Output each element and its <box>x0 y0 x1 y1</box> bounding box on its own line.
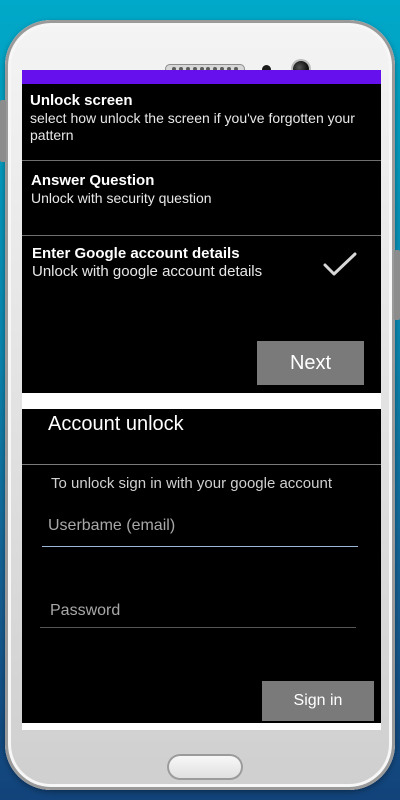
unlock-options-panel: Unlock screen select how unlock the scre… <box>22 84 381 393</box>
option-answer-question[interactable]: Answer Question Unlock with security que… <box>22 172 381 207</box>
divider <box>22 160 381 161</box>
divider <box>22 464 381 465</box>
divider <box>22 235 381 236</box>
checkmark-icon <box>323 252 357 276</box>
password-underline <box>40 627 356 628</box>
option-description: select how unlock the screen if you've f… <box>30 110 355 143</box>
option-unlock-screen[interactable]: Unlock screen select how unlock the scre… <box>22 92 381 144</box>
option-description: Unlock with security question <box>31 190 212 206</box>
status-bar <box>22 70 381 84</box>
dialog-title: Account unlock <box>48 413 184 435</box>
phone-screen: Unlock screen select how unlock the scre… <box>22 70 381 730</box>
account-unlock-dialog: Account unlock To unlock sign in with yo… <box>22 409 381 723</box>
option-title: Unlock screen <box>30 92 133 109</box>
volume-button <box>0 100 6 162</box>
power-button <box>394 250 400 320</box>
password-input[interactable] <box>44 596 358 626</box>
sign-in-hint: To unlock sign in with your google accou… <box>51 475 333 492</box>
option-title: Answer Question <box>31 172 155 189</box>
username-underline <box>42 546 358 547</box>
home-button[interactable] <box>167 754 243 780</box>
username-input[interactable] <box>42 511 360 541</box>
sign-in-button[interactable]: Sign in <box>262 681 374 721</box>
next-button[interactable]: Next <box>257 341 364 385</box>
